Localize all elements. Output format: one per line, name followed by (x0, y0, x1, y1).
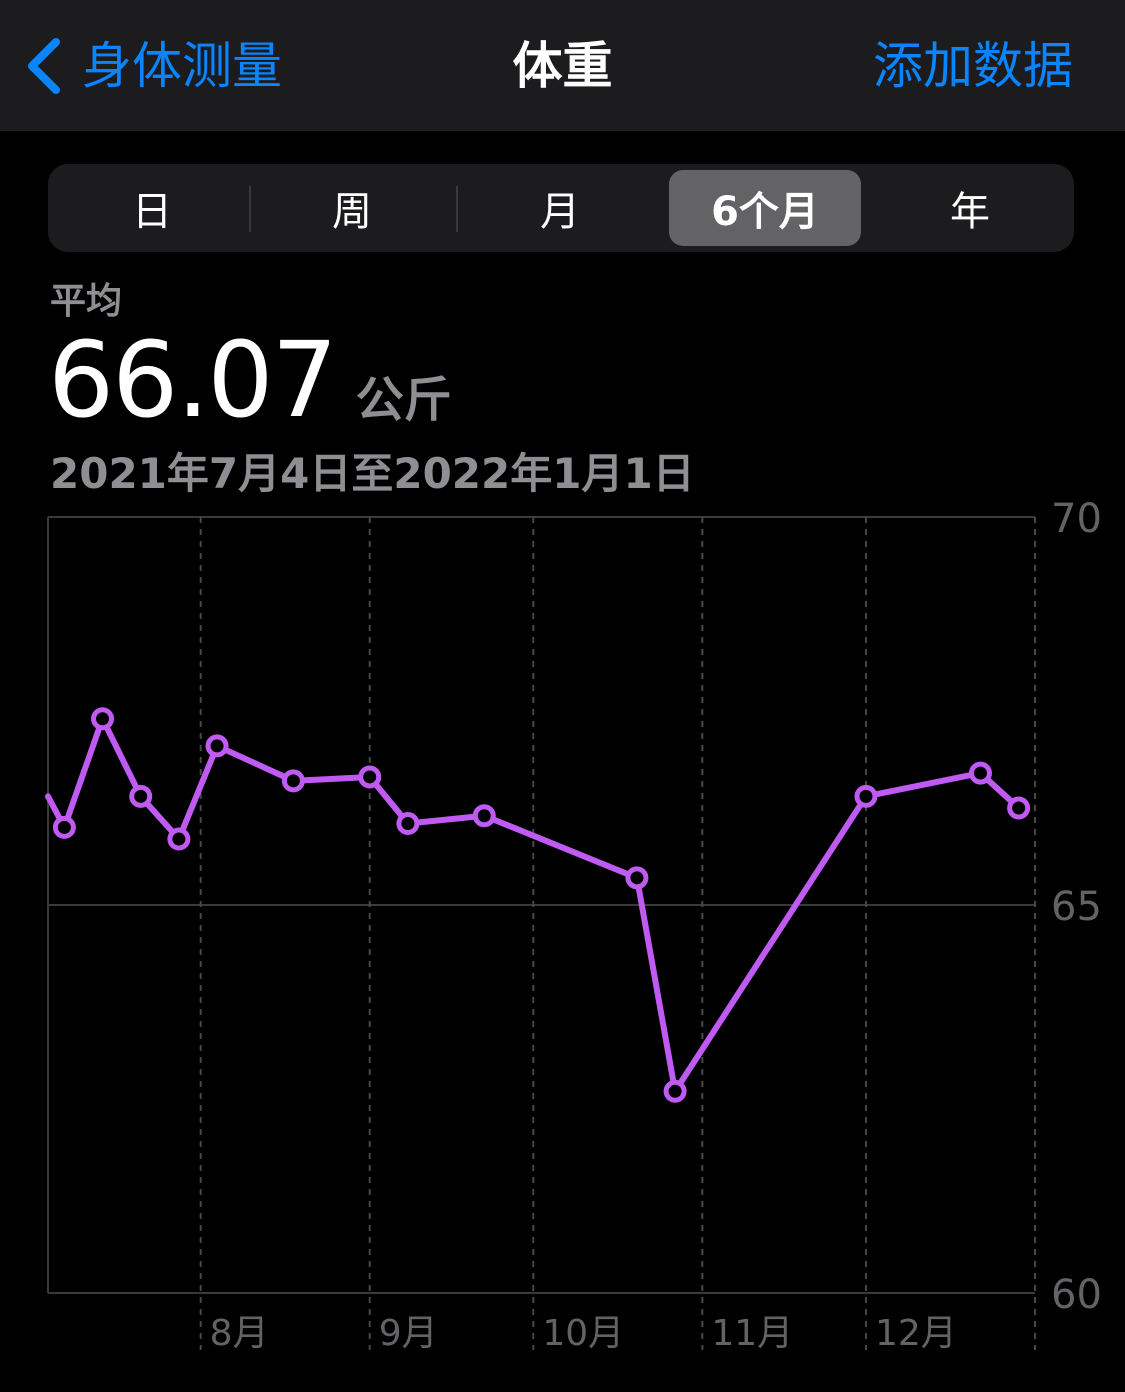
weight-chart[interactable]: 70 65 60 8月 9月 10月 11月 12月 (0, 0, 1125, 1392)
x-tick-label: 9月 (379, 1313, 438, 1354)
data-point (129, 784, 153, 808)
data-point (854, 784, 878, 808)
data-point (1007, 796, 1031, 820)
data-point (52, 815, 76, 839)
x-tick-label: 8月 (210, 1313, 269, 1354)
data-point (281, 769, 305, 793)
data-point (205, 734, 229, 758)
data-point (968, 761, 992, 785)
x-tick-label: 11月 (711, 1313, 793, 1354)
x-tick-label: 12月 (875, 1313, 957, 1354)
data-point (358, 765, 382, 789)
data-point (663, 1079, 687, 1103)
y-tick-label: 60 (1051, 1272, 1102, 1318)
data-point (396, 812, 420, 836)
data-point (167, 827, 191, 851)
data-point (91, 707, 115, 731)
data-point (625, 866, 649, 890)
x-tick-label: 10月 (542, 1313, 624, 1354)
data-point (472, 804, 496, 828)
y-tick-label: 70 (1051, 496, 1102, 542)
y-tick-label: 65 (1051, 884, 1102, 930)
